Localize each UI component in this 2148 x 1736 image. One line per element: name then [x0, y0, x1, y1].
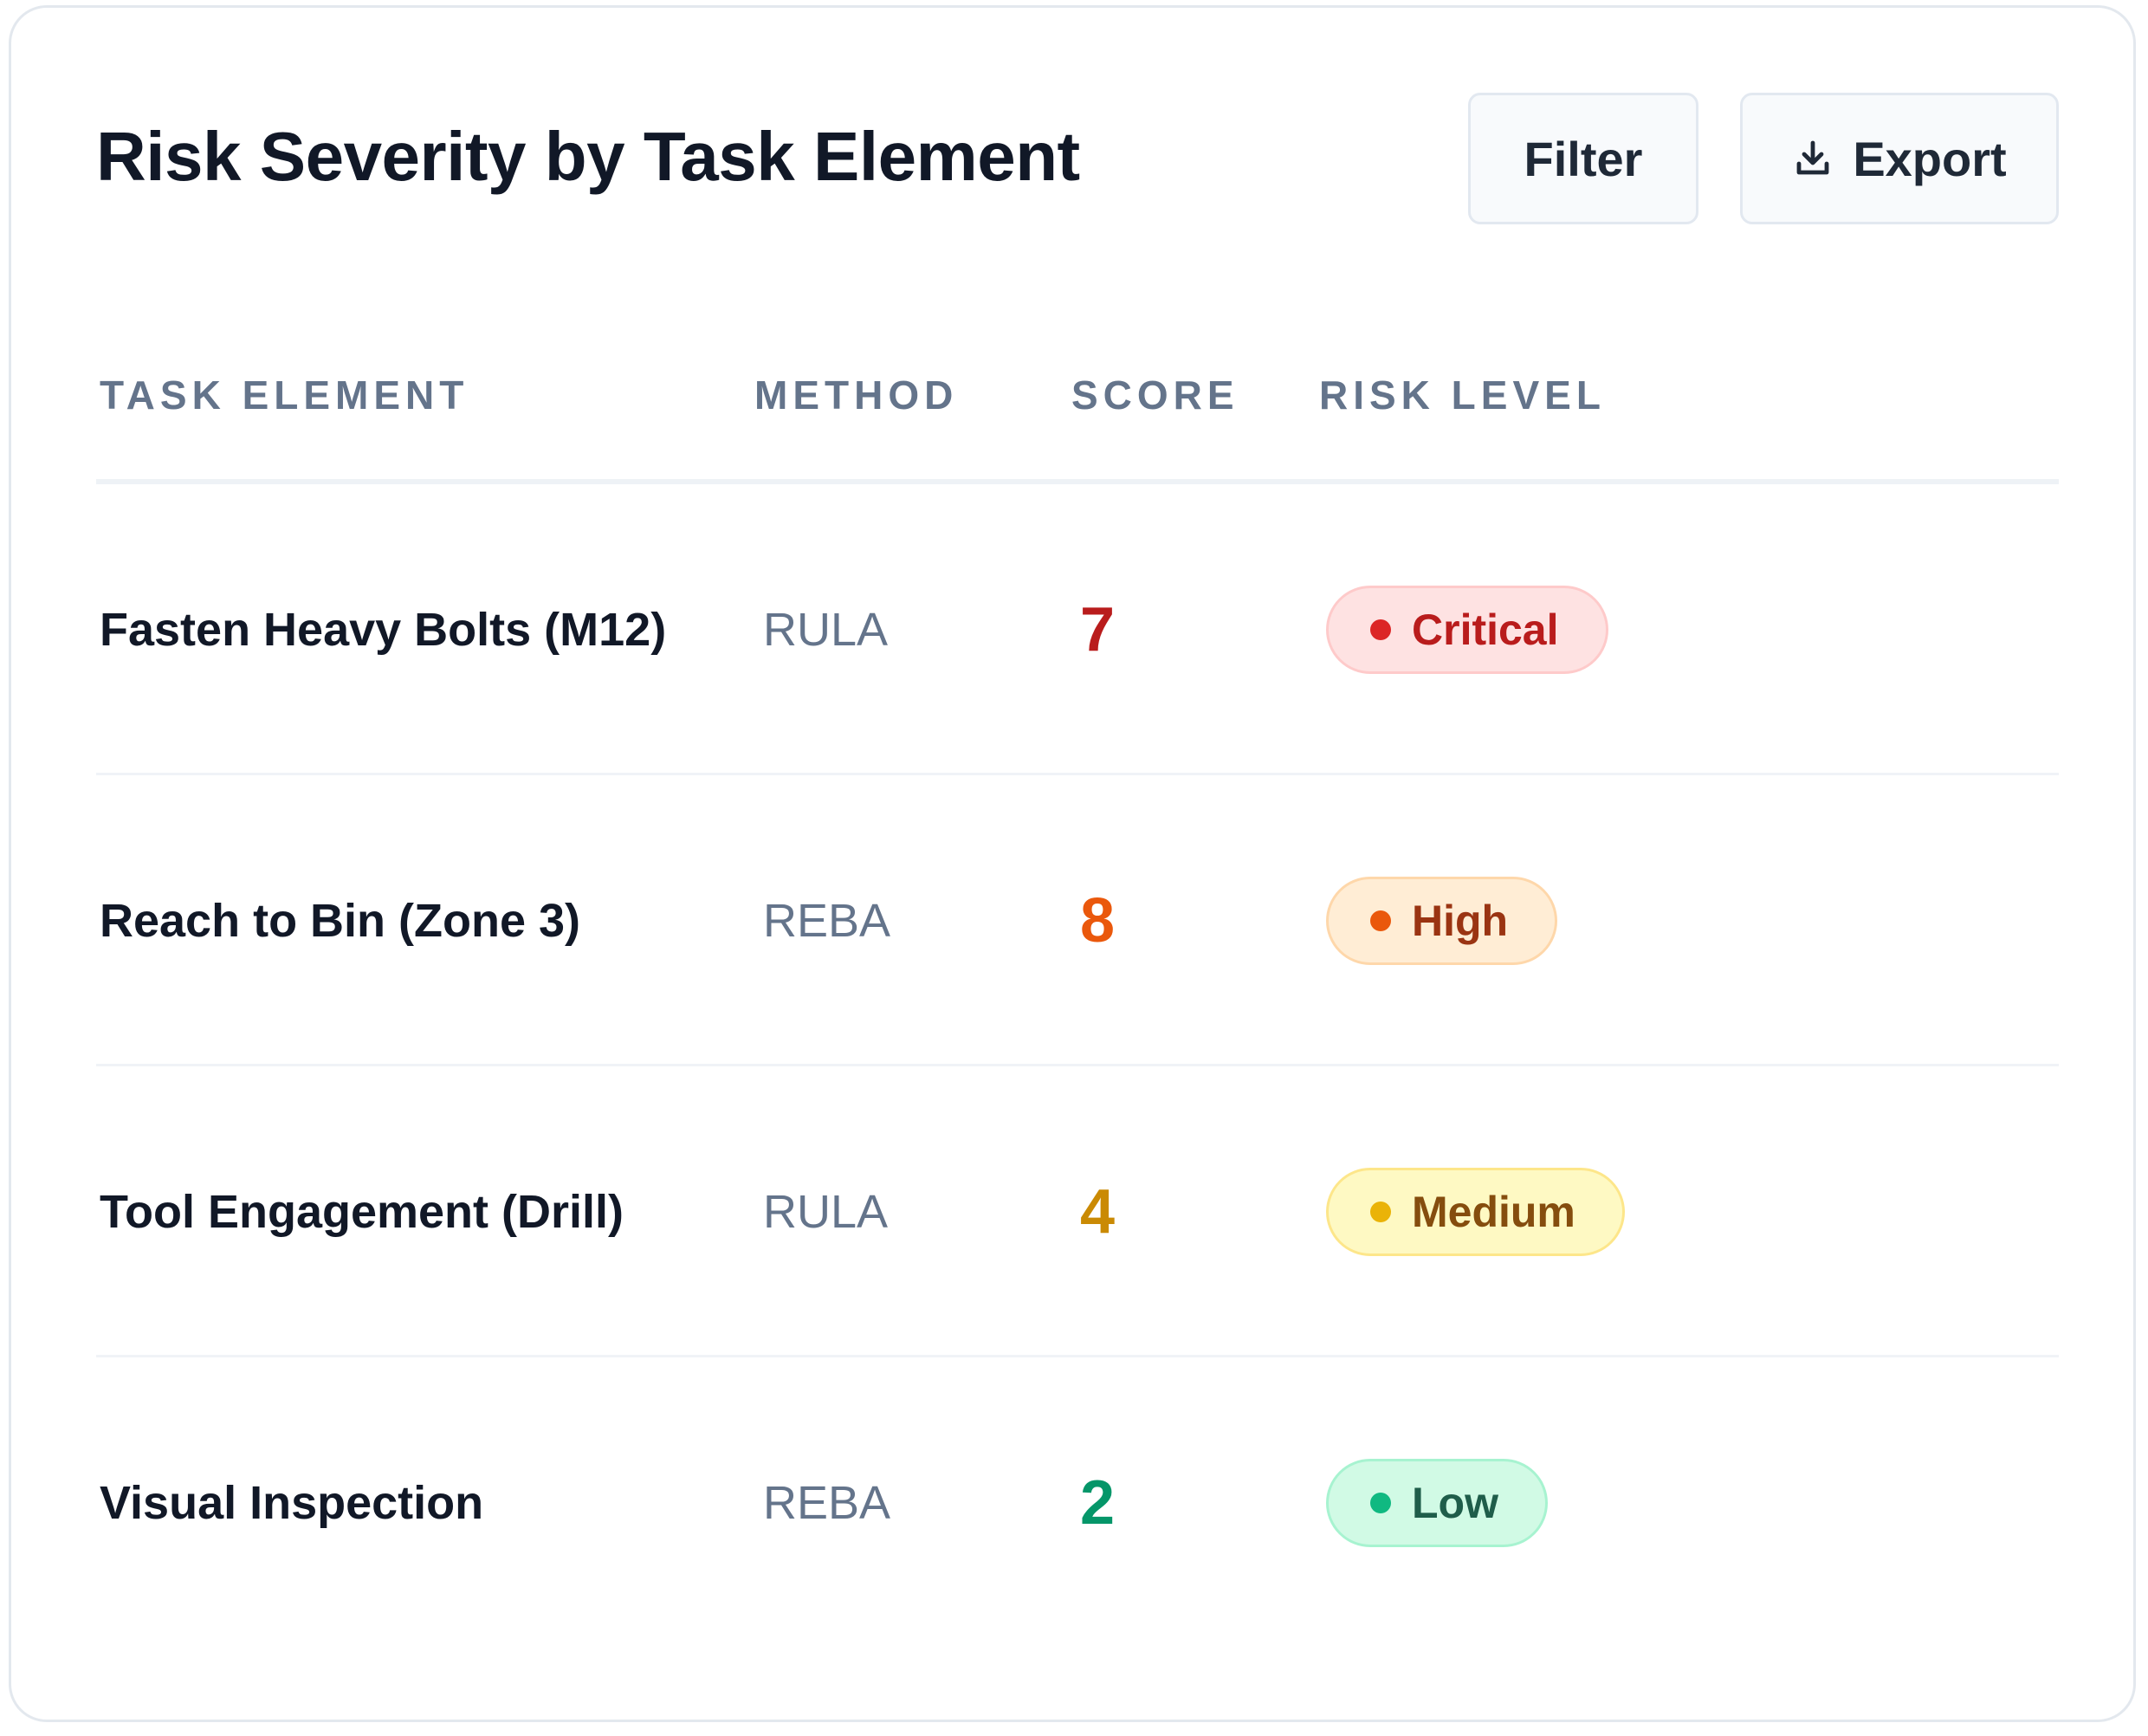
score: 4	[1080, 1177, 1116, 1247]
table-row[interactable]: Reach to Bin (Zone 3) REBA 8 High	[96, 775, 2059, 1066]
risk-severity-card: Risk Severity by Task Element Filter Exp…	[9, 5, 2136, 1722]
method: REBA	[763, 895, 891, 947]
table-row[interactable]: Tool Engagement (Drill) RULA 4 Medium	[96, 1066, 2059, 1357]
method: RULA	[763, 1186, 889, 1238]
status-dot	[1370, 1202, 1391, 1222]
status-dot	[1370, 619, 1391, 640]
score: 7	[1080, 595, 1116, 664]
column-header-task-element[interactable]: TASK ELEMENT	[100, 372, 469, 418]
risk-badge: High	[1326, 877, 1558, 965]
filter-button-label: Filter	[1524, 131, 1643, 186]
score: 2	[1080, 1468, 1116, 1538]
filter-button[interactable]: Filter	[1468, 93, 1698, 224]
risk-badge: Medium	[1326, 1168, 1625, 1256]
task-name: Tool Engagement (Drill)	[100, 1186, 624, 1238]
column-header-score[interactable]: SCORE	[1071, 372, 1239, 418]
risk-label: High	[1412, 897, 1509, 945]
export-button[interactable]: Export	[1740, 93, 2059, 224]
download-icon	[1796, 140, 1829, 175]
score: 8	[1080, 886, 1116, 955]
task-name: Reach to Bin (Zone 3)	[100, 895, 581, 947]
page-title: Risk Severity by Task Element	[96, 118, 1080, 195]
task-name: Visual Inspection	[100, 1477, 484, 1529]
risk-badge: Critical	[1326, 586, 1608, 674]
table-row[interactable]: Fasten Heavy Bolts (M12) RULA 7 Critical	[96, 484, 2059, 775]
risk-label: Medium	[1412, 1188, 1575, 1236]
method: REBA	[763, 1477, 891, 1529]
export-button-label: Export	[1853, 131, 2007, 186]
status-dot	[1370, 910, 1391, 931]
status-dot	[1370, 1493, 1391, 1513]
column-header-risk-level[interactable]: RISK LEVEL	[1319, 372, 1606, 418]
task-name: Fasten Heavy Bolts (M12)	[100, 604, 667, 656]
risk-label: Low	[1412, 1479, 1498, 1527]
risk-badge: Low	[1326, 1459, 1548, 1547]
method: RULA	[763, 604, 889, 656]
table-row[interactable]: Visual Inspection REBA 2 Low	[96, 1357, 2059, 1649]
risk-label: Critical	[1412, 606, 1559, 654]
column-header-method[interactable]: METHOD	[754, 372, 958, 418]
